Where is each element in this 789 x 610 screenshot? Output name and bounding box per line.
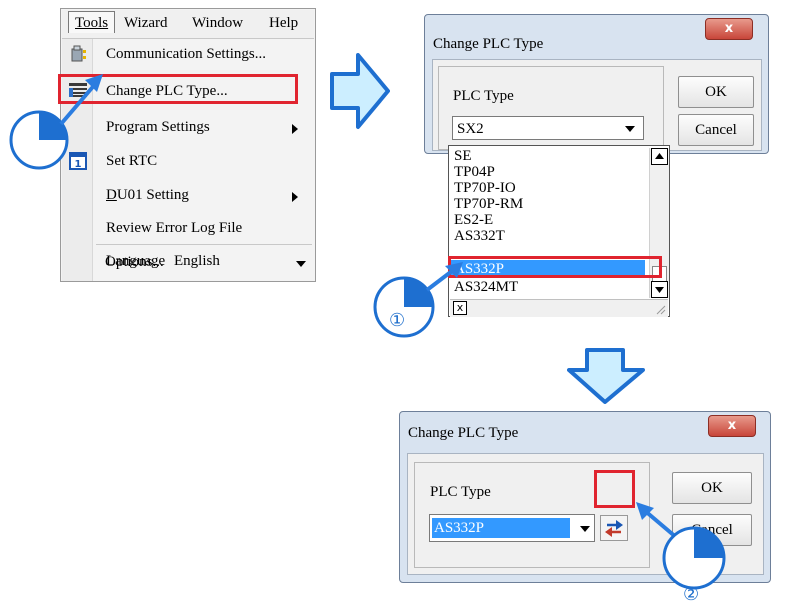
communication-icon [71,45,86,62]
change-plc-type-dialog-1: Change PLC Type x PLC Type SX2 OK Cancel [424,14,769,154]
scroll-up-button[interactable] [651,148,668,165]
submenu-arrow-icon [292,192,298,202]
menu-item-review-error-log[interactable]: Review Error Log File [106,220,242,237]
list-item[interactable]: TP04P [454,164,495,180]
menu-item-set-rtc[interactable]: Set RTC [106,153,157,170]
click-pointer-icon [371,260,471,350]
plc-type-combo[interactable]: SX2 [452,116,644,140]
list-item[interactable]: SE [454,148,472,164]
list-item[interactable]: TP70P-IO [454,180,516,196]
chevron-down-icon[interactable] [625,126,635,132]
step-number-2: ② [683,584,700,605]
menu-item-communication-settings[interactable]: Communication Settings... [106,46,266,63]
menu-tools[interactable]: Tools [68,11,116,33]
plc-type-label: PLC Type [453,88,514,104]
resize-grip-icon[interactable] [654,303,666,315]
ok-button[interactable]: OK [678,76,754,108]
dialog-title: Change PLC Type [408,425,519,441]
click-pointer-icon [5,70,105,180]
menu-window[interactable]: Window [192,15,243,32]
close-icon[interactable]: x [705,18,753,40]
menu-item-program-settings[interactable]: Program Settings [106,119,210,136]
language-select[interactable]: English [174,253,220,270]
du01-label-rest: U01 Setting [116,187,189,203]
menu-item-options[interactable]: Options... [105,254,164,271]
plc-type-label: PLC Type [430,484,491,500]
list-item[interactable]: TP70P-RM [454,196,523,212]
plc-type-dropdown-list: SE TP04P TP70P-IO TP70P-RM ES2-E AS332T … [448,145,670,317]
chevron-up-icon [655,153,664,159]
menu-separator [96,244,312,245]
chevron-down-icon[interactable] [580,526,590,532]
cancel-button[interactable]: Cancel [678,114,754,146]
scroll-down-button[interactable] [651,281,668,298]
click-pointer-icon [622,498,732,610]
list-item[interactable]: ES2-E [454,212,493,228]
plc-type-combo[interactable]: AS332P [429,514,595,542]
flow-arrow-down-icon [567,348,645,404]
combo-value: AS332P [434,520,485,536]
menu-help[interactable]: Help [269,15,298,32]
list-item[interactable]: AS332T [454,228,505,244]
dialog-title: Change PLC Type [433,36,544,52]
highlight-as332p [448,256,662,278]
chevron-down-icon[interactable] [296,261,306,267]
menu-bar: Tools Wizard Window Help [62,10,314,39]
flow-arrow-right-icon [330,52,390,130]
chevron-down-icon [655,287,664,293]
menu-wizard[interactable]: Wizard [124,15,168,32]
close-icon[interactable]: x [708,415,756,437]
menu-item-du01-setting[interactable]: DU01 Setting [106,187,189,204]
step-number-1: ① [389,310,406,331]
list-footer: x [450,299,668,317]
dialog-body: PLC Type SX2 OK Cancel [432,59,762,151]
submenu-arrow-icon [292,124,298,134]
combo-value: SX2 [457,121,484,137]
